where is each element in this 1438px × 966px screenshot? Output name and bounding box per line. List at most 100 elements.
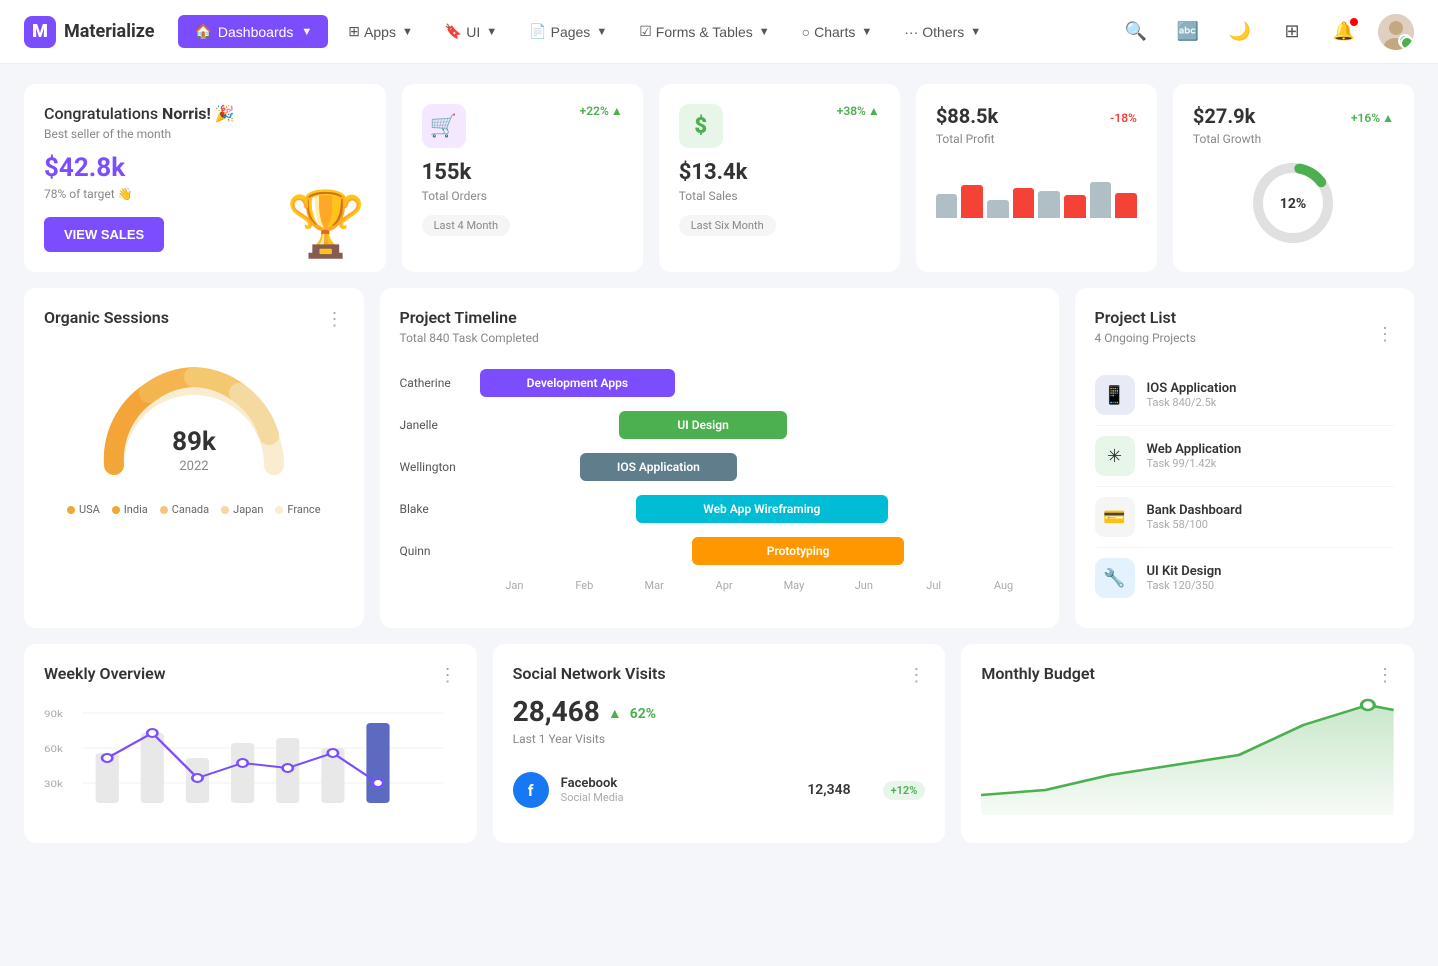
weekly-chart-svg: 90k 60k 30k: [44, 703, 457, 823]
project-item-name: IOS Application: [1147, 381, 1395, 396]
search-button[interactable]: 🔍: [1118, 14, 1154, 50]
middle-row: Organic Sessions ⋮ 89k 2022: [24, 288, 1414, 628]
others-label: Others: [922, 24, 964, 40]
charts-nav-item[interactable]: ○ Charts ▼: [790, 16, 885, 48]
total-orders-card: 🛒 +22% ▲ 155k Total Orders Last 4 Month: [402, 84, 643, 272]
timeline-bar: Prototyping: [692, 537, 904, 565]
svg-text:60k: 60k: [44, 743, 64, 754]
organic-sessions-header: Organic Sessions ⋮: [44, 308, 344, 331]
total-growth-card: $27.9k +16% ▲ Total Growth 12%: [1173, 84, 1414, 272]
logo-text: Materialize: [64, 21, 154, 42]
timeline-track: IOS Application: [480, 453, 1039, 481]
timeline-subtitle: Total 840 Task Completed: [400, 331, 539, 345]
timeline-month-label: Aug: [969, 579, 1039, 592]
project-list-item: ✳ Web Application Task 99/1.42k: [1095, 426, 1395, 487]
nav-icons: 🔍 🔤 🌙 ⊞ 🔔: [1118, 14, 1414, 50]
svg-text:12%: 12%: [1280, 196, 1306, 212]
legend-japan: Japan: [221, 503, 263, 516]
sales-icon: $: [679, 104, 723, 148]
project-list-item: 🔧 UI Kit Design Task 120/350: [1095, 548, 1395, 608]
profit-bar: [1115, 193, 1137, 218]
weekly-overview-menu[interactable]: ⋮: [439, 665, 457, 686]
project-timeline-card: Project Timeline Total 840 Task Complete…: [380, 288, 1059, 628]
project-item-icon: 🔧: [1095, 558, 1135, 598]
project-item-name: Web Application: [1147, 442, 1395, 457]
weekly-overview-card: Weekly Overview ⋮ 90k 60k 30k: [24, 644, 477, 843]
legend-canada-label: Canada: [172, 503, 209, 516]
project-list-items: 📱 IOS Application Task 840/2.5k ✳ Web Ap…: [1095, 365, 1395, 608]
facebook-type: Social Media: [561, 791, 796, 804]
project-item-name: UI Kit Design: [1147, 564, 1395, 579]
monthly-budget-menu[interactable]: ⋮: [1376, 665, 1394, 686]
pages-nav-item[interactable]: 📄 Pages ▼: [517, 15, 619, 48]
main-content: Congratulations Norris! 🎉 Best seller of…: [0, 64, 1438, 863]
orders-value: 155k: [422, 160, 623, 185]
translate-button[interactable]: 🔤: [1170, 14, 1206, 50]
timeline-person-name: Quinn: [400, 544, 480, 558]
project-item-info: UI Kit Design Task 120/350: [1147, 564, 1395, 592]
project-list-title: Project List: [1095, 308, 1196, 327]
orders-tag: Last 4 Month: [422, 215, 510, 236]
weekly-overview-chart: 90k 60k 30k: [44, 703, 457, 823]
sales-badge: +38% ▲: [837, 104, 880, 118]
timeline-months: JanFebMarAprMayJunJulAug: [480, 579, 1039, 592]
timeline-track: Prototyping: [480, 537, 1039, 565]
organic-sessions-title: Organic Sessions: [44, 308, 169, 327]
sales-tag: Last Six Month: [679, 215, 776, 236]
chevron-down-icon: ▼: [301, 26, 312, 38]
forms-tables-nav-item[interactable]: ☑ Forms & Tables ▼: [627, 15, 781, 48]
logo: M Materialize: [24, 16, 154, 48]
congrats-name: Norris!: [162, 104, 211, 123]
social-up-arrow: ▲: [608, 705, 622, 722]
grid-view-button[interactable]: ⊞: [1274, 14, 1310, 50]
apps-nav-item[interactable]: ⊞ Apps ▼: [336, 15, 425, 48]
profit-value: $88.5k: [936, 104, 998, 128]
timeline-track: Web App Wireframing: [480, 495, 1039, 523]
dashboards-label: Dashboards: [218, 24, 294, 40]
congrats-title: Congratulations Norris! 🎉: [44, 104, 366, 123]
orders-badge: +22% ▲: [580, 104, 623, 118]
facebook-name: Facebook: [561, 776, 796, 791]
dashboards-button[interactable]: 🏠 Dashboards ▼: [178, 15, 328, 48]
social-network-menu[interactable]: ⋮: [907, 665, 925, 686]
legend-japan-label: Japan: [233, 503, 263, 516]
theme-toggle-button[interactable]: 🌙: [1222, 14, 1258, 50]
profit-label: Total Profit: [936, 132, 1137, 146]
facebook-count: 12,348: [807, 782, 850, 798]
others-nav-item[interactable]: ··· Others ▼: [892, 16, 993, 48]
congrats-card: Congratulations Norris! 🎉 Best seller of…: [24, 84, 386, 272]
total-sales-card: $ +38% ▲ $13.4k Total Sales Last Six Mon…: [659, 84, 900, 272]
timeline-row: Quinn Prototyping: [400, 537, 1039, 565]
organic-sessions-legend: USA India Canada Japan France: [44, 503, 344, 516]
profit-bar: [1064, 195, 1086, 218]
timeline-bar: UI Design: [619, 411, 787, 439]
legend-france-dot: [275, 506, 283, 514]
timeline-header: Project Timeline Total 840 Task Complete…: [400, 308, 1039, 365]
profit-bar: [1090, 182, 1112, 218]
logo-icon: M: [24, 16, 56, 48]
chevron-down-icon: ▼: [861, 26, 872, 38]
legend-india: India: [112, 503, 148, 516]
notifications-button[interactable]: 🔔: [1326, 14, 1362, 50]
profit-bar: [961, 185, 983, 218]
apps-grid-icon: ⊞: [348, 23, 360, 40]
facebook-info: Facebook Social Media: [561, 776, 796, 804]
social-network-title: Social Network Visits: [513, 664, 666, 683]
svg-text:2022: 2022: [179, 459, 208, 474]
charts-label: Charts: [814, 24, 855, 40]
view-sales-button[interactable]: VIEW SALES: [44, 217, 164, 252]
project-list-menu[interactable]: ⋮: [1376, 324, 1394, 345]
project-item-task: Task 120/350: [1147, 579, 1395, 592]
social-network-header: Social Network Visits ⋮: [513, 664, 926, 687]
social-subtitle: Last 1 Year Visits: [513, 732, 926, 746]
timeline-row: JanelleUI Design: [400, 411, 1039, 439]
legend-india-label: India: [124, 503, 148, 516]
monthly-budget-chart: [981, 695, 1394, 815]
avatar[interactable]: [1378, 14, 1414, 50]
social-network-card: Social Network Visits ⋮ 28,468 ▲ 62% Las…: [493, 644, 946, 843]
organic-sessions-menu[interactable]: ⋮: [326, 309, 344, 330]
ui-nav-item[interactable]: 🔖 UI ▼: [433, 15, 509, 48]
social-value-row: 28,468 ▲ 62%: [513, 695, 926, 732]
congrats-subtitle: Best seller of the month: [44, 127, 366, 141]
project-item-icon: 📱: [1095, 375, 1135, 415]
